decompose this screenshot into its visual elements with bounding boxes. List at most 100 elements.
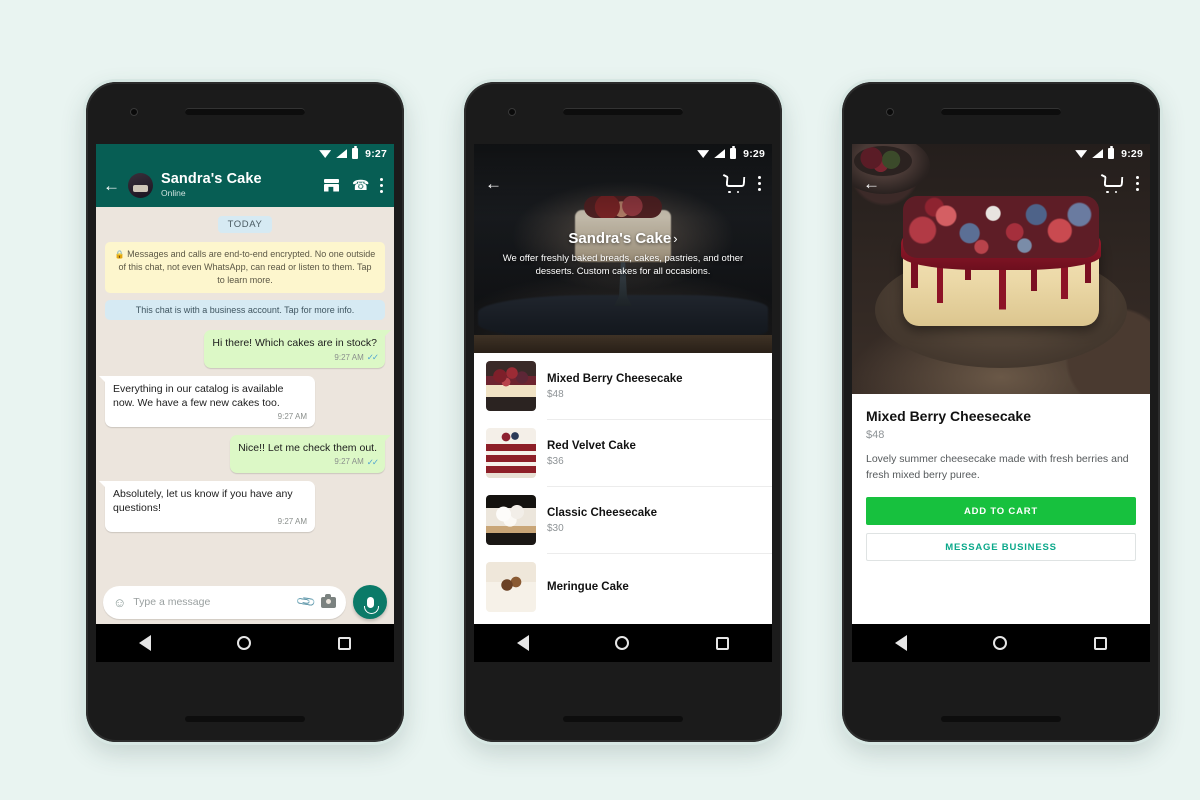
message-row: Everything in our catalog is available n… <box>99 375 385 427</box>
camera-icon[interactable] <box>321 593 336 608</box>
read-receipt-icon: ✓✓ <box>366 352 379 363</box>
product-meta: Meringue Cake <box>547 580 760 594</box>
back-triangle-icon[interactable] <box>517 635 530 651</box>
screenshot-stage: 9:27 ← Sandra's Cake Online ☎ TODAY 🔒 Me… <box>0 0 1200 800</box>
back-triangle-icon[interactable] <box>895 635 908 651</box>
add-to-cart-button[interactable]: ADD TO CART <box>866 497 1136 526</box>
message-row: Nice!! Let me check them out. 9:27 AM ✓✓ <box>105 434 391 473</box>
status-time: 9:27 <box>365 147 387 160</box>
catalog-product-list[interactable]: Mixed Berry Cheesecake $48 Red Velvet Ca… <box>474 353 772 624</box>
shopping-cart-icon[interactable] <box>725 176 742 193</box>
encryption-notice[interactable]: 🔒 Messages and calls are end-to-end encr… <box>105 242 385 294</box>
chat-title: Sandra's Cake <box>161 170 262 187</box>
chat-presence-status: Online <box>161 188 186 199</box>
message-text: Everything in our catalog is available n… <box>113 382 284 409</box>
back-arrow-icon[interactable]: ← <box>863 175 880 192</box>
whatsapp-top-area: 9:27 ← Sandra's Cake Online ☎ <box>96 144 394 207</box>
status-bar: 9:27 <box>96 144 394 163</box>
list-item[interactable]: Meringue Cake <box>474 554 772 620</box>
microphone-button[interactable] <box>353 585 387 619</box>
storefront-icon[interactable] <box>324 178 339 192</box>
encryption-notice-text: Messages and calls are end-to-end encryp… <box>118 249 376 286</box>
status-time: 9:29 <box>743 147 765 160</box>
message-meta: 9:27 AM <box>113 517 307 528</box>
list-item[interactable]: Mixed Berry Cheesecake $48 <box>474 353 772 419</box>
overflow-menu-icon[interactable] <box>380 177 383 193</box>
message-time: 9:27 AM <box>277 516 307 526</box>
message-text: Absolutely, let us know if you have any … <box>113 487 293 514</box>
wifi-icon <box>697 150 710 158</box>
status-bar: 9:29 <box>852 144 1150 163</box>
signal-icon <box>1092 149 1104 158</box>
back-arrow-icon[interactable]: ← <box>103 177 120 194</box>
overflow-menu-icon[interactable] <box>1136 175 1139 191</box>
message-meta: 9:27 AM ✓✓ <box>238 457 379 468</box>
message-row: Absolutely, let us know if you have any … <box>99 480 385 532</box>
message-time: 9:27 AM <box>277 412 307 422</box>
recents-square-icon[interactable] <box>337 636 351 650</box>
product-top-nav: ← <box>852 163 1150 203</box>
message-input-field[interactable]: ☺ Type a message 📎 <box>103 585 346 619</box>
message-bubble-incoming[interactable]: Absolutely, let us know if you have any … <box>99 480 315 532</box>
shopping-cart-icon[interactable] <box>1103 176 1120 193</box>
product-thumbnail <box>486 428 536 478</box>
home-circle-icon[interactable] <box>993 636 1008 650</box>
message-bubble-outgoing[interactable]: Hi there! Which cakes are in stock? 9:27… <box>204 330 391 368</box>
bottom-speaker <box>185 716 305 722</box>
status-bar: 9:29 <box>474 144 772 163</box>
product-name: Classic Cheesecake <box>547 506 657 519</box>
phone-device-catalog: 9:29 ← Sandra's Cake › We offer freshly b… <box>464 82 782 742</box>
product-thumbnail <box>486 562 536 612</box>
message-business-button[interactable]: MESSAGE BUSINESS <box>866 533 1136 562</box>
hero-berry-topping <box>903 196 1099 258</box>
emoji-icon[interactable]: ☺ <box>113 595 126 610</box>
product-price: $36 <box>547 456 564 468</box>
message-bubble-outgoing[interactable]: Nice!! Let me check them out. 9:27 AM ✓✓ <box>230 434 391 473</box>
catalog-hero-image: 9:29 ← Sandra's Cake › We offer freshly b… <box>474 144 772 353</box>
android-nav-bar <box>96 624 394 662</box>
back-triangle-icon[interactable] <box>139 635 152 651</box>
wifi-icon <box>1075 150 1088 158</box>
chat-header: ← Sandra's Cake Online ☎ <box>96 163 394 207</box>
message-text: Hi there! Which cakes are in stock? <box>212 337 377 350</box>
chat-message-list[interactable]: TODAY 🔒 Messages and calls are end-to-en… <box>96 207 394 624</box>
bottom-speaker <box>563 716 683 722</box>
product-name: Mixed Berry Cheesecake <box>547 372 683 385</box>
front-camera-icon <box>130 108 138 116</box>
catalog-business-info: Sandra's Cake › We offer freshly baked br… <box>474 230 772 279</box>
chat-header-actions: ☎ <box>324 177 385 193</box>
message-meta: 9:27 AM <box>113 412 307 423</box>
call-add-icon[interactable]: ☎ <box>352 177 369 193</box>
product-price: $30 <box>547 523 564 535</box>
business-name-link[interactable]: Sandra's Cake › <box>496 230 750 247</box>
phone-device-chat: 9:27 ← Sandra's Cake Online ☎ TODAY 🔒 Me… <box>86 82 404 742</box>
signal-icon <box>714 149 726 158</box>
chat-title-group[interactable]: Sandra's Cake Online <box>161 170 316 199</box>
home-circle-icon[interactable] <box>237 636 252 650</box>
recents-square-icon[interactable] <box>715 636 729 650</box>
product-price: $48 <box>866 429 885 441</box>
message-time: 9:27 AM <box>334 352 364 362</box>
product-hero-image: 9:29 ← <box>852 144 1150 394</box>
chevron-right-icon: › <box>673 231 678 246</box>
business-account-notice[interactable]: This chat is with a business account. Ta… <box>105 300 385 321</box>
hero-sauce-drips <box>903 262 1099 332</box>
battery-icon <box>352 146 359 159</box>
avatar[interactable] <box>128 172 153 198</box>
signal-icon <box>336 149 348 158</box>
status-time: 9:29 <box>1121 147 1143 160</box>
home-circle-icon[interactable] <box>615 636 630 650</box>
battery-icon <box>1108 146 1115 159</box>
paperclip-icon[interactable]: 📎 <box>295 591 318 614</box>
product-description: Lovely summer cheesecake made with fresh… <box>866 453 1129 481</box>
list-item[interactable]: Classic Cheesecake $30 <box>474 487 772 553</box>
list-item[interactable]: Red Velvet Cake $36 <box>474 420 772 486</box>
product-thumbnail <box>486 495 536 545</box>
back-arrow-icon[interactable]: ← <box>485 175 502 192</box>
overflow-menu-icon[interactable] <box>758 175 761 191</box>
product-name: Meringue Cake <box>547 580 629 593</box>
message-bubble-incoming[interactable]: Everything in our catalog is available n… <box>99 375 315 427</box>
business-description: We offer freshly baked breads, cakes, pa… <box>502 253 744 278</box>
recents-square-icon[interactable] <box>1093 636 1107 650</box>
android-nav-bar <box>474 624 772 662</box>
